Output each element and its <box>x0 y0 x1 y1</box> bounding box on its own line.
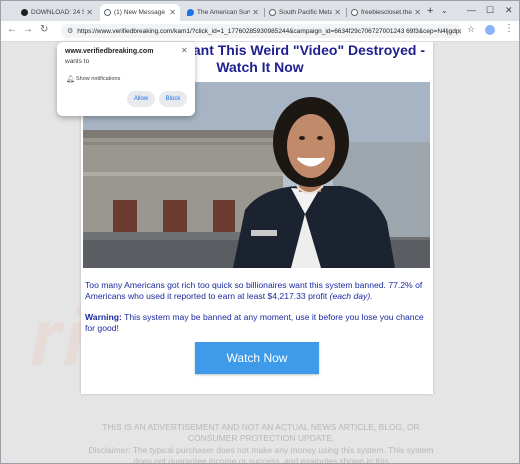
close-icon[interactable]: ✕ <box>414 8 421 17</box>
globe-icon <box>351 9 358 16</box>
minimize-icon[interactable]: — <box>467 5 476 15</box>
bell-icon: 🔔︎ <box>66 76 75 83</box>
close-icon[interactable]: ✕ <box>169 8 176 17</box>
site-info-icon[interactable]: ⚙ <box>67 27 73 35</box>
location-pin-icon <box>187 9 194 16</box>
globe-icon <box>269 9 276 16</box>
new-tab-icon[interactable]: + <box>427 5 433 17</box>
address-bar[interactable]: ⚙ https://www.verifiedbreaking.com/kam1/… <box>61 24 461 38</box>
forward-icon[interactable]: → <box>23 24 33 35</box>
toolbar: ← → ↻ ⚙ https://www.verifiedbreaking.com… <box>1 21 519 42</box>
tab-download[interactable]: DOWNLOAD: 24 Seco ✕ <box>17 4 97 21</box>
reload-icon[interactable]: ↻ <box>40 24 48 35</box>
body-paragraph: Too many Americans got rich too quick so… <box>85 280 423 301</box>
disclaimer-caps: THIS IS AN ADVERTISEMENT AND NOT AN ACTU… <box>102 422 420 443</box>
disclaimer-text: Disclaimer: The typical purchaser does n… <box>88 445 434 463</box>
menu-icon[interactable]: ⋮ <box>504 23 514 34</box>
warning-paragraph: Warning: This system may be banned at an… <box>85 312 424 333</box>
tab-freebies[interactable]: freebiescloset.theme ✕ <box>347 4 425 21</box>
tab-south-pacific[interactable]: South Pacific Metab ✕ <box>265 4 345 21</box>
block-button[interactable]: Block <box>159 91 187 107</box>
prompt-wants: wants to <box>65 58 90 65</box>
watch-now-button[interactable]: Watch Now <box>195 342 319 374</box>
close-icon[interactable]: ✕ <box>334 8 341 17</box>
avatar[interactable] <box>485 25 495 35</box>
url-text: https://www.verifiedbreaking.com/kam1/?c… <box>77 27 461 35</box>
tab-new-message[interactable]: (1) New Message From ✕ <box>100 4 180 21</box>
globe-icon <box>104 9 111 16</box>
back-icon[interactable]: ← <box>7 24 17 35</box>
star-icon[interactable]: ☆ <box>467 24 475 35</box>
close-icon[interactable]: ✕ <box>86 8 93 17</box>
chevron-down-icon[interactable]: ⌄ <box>441 6 448 15</box>
window-close-icon[interactable]: ✕ <box>505 5 513 16</box>
close-icon[interactable]: ✕ <box>181 46 188 55</box>
maximize-icon[interactable]: ☐ <box>486 5 494 16</box>
notification-permission-prompt: www.verifiedbreaking.com wants to ✕ 🔔︎ S… <box>57 42 195 116</box>
allow-button[interactable]: Allow <box>127 91 155 107</box>
browser-window: DOWNLOAD: 24 Seco ✕ (1) New Message From… <box>0 0 520 464</box>
prompt-site: www.verifiedbreaking.com <box>65 48 154 55</box>
tab-american-survey[interactable]: The American Survey ✕ <box>183 4 263 21</box>
close-icon[interactable]: ✕ <box>252 8 259 17</box>
permission-label: Show notifications <box>76 76 121 82</box>
tab-strip: DOWNLOAD: 24 Seco ✕ (1) New Message From… <box>1 1 519 21</box>
record-icon <box>21 9 28 16</box>
